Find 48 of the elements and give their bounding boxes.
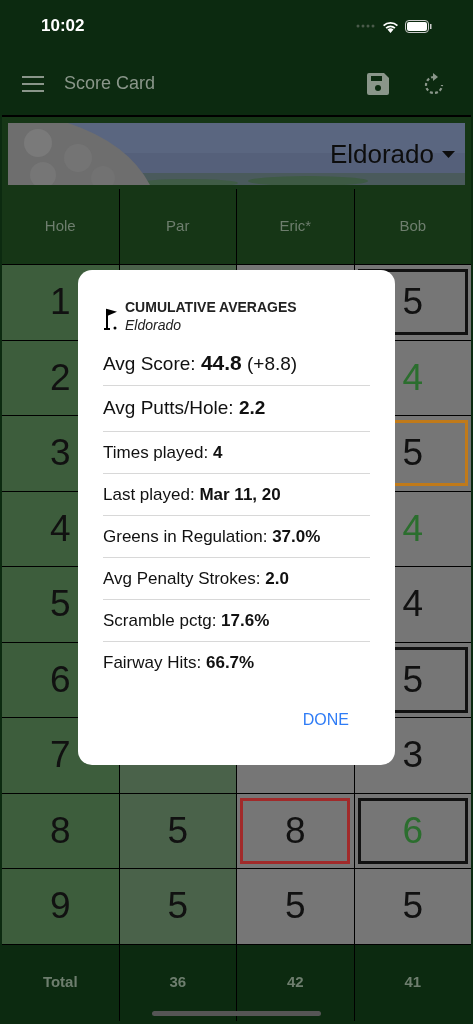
save-button[interactable] bbox=[367, 72, 389, 95]
stat-line: Greens in Regulation: 37.0% bbox=[103, 525, 321, 548]
status-time: 10:02 bbox=[41, 15, 85, 38]
stat-line: Fairway Hits: 66.7% bbox=[103, 652, 255, 675]
course-name: Eldorado bbox=[329, 137, 434, 171]
dialog-subtitle: Eldorado bbox=[125, 316, 183, 334]
refresh-button[interactable] bbox=[424, 72, 444, 95]
hole-number: 5 bbox=[49, 582, 71, 627]
hole-number: 7 bbox=[49, 733, 71, 778]
stat-line: Scramble pctg: 17.6% bbox=[103, 609, 270, 632]
par-value: 5 bbox=[167, 884, 189, 929]
column-header: Eric* bbox=[237, 189, 354, 264]
score-cell[interactable]: 4 bbox=[402, 582, 424, 627]
total-value: Total bbox=[2, 944, 119, 1021]
dropdown-caret-icon bbox=[442, 150, 455, 158]
hole-number: 9 bbox=[49, 884, 71, 929]
golf-flag-icon bbox=[103, 308, 119, 332]
stat-line: Last played: Mar 11, 20 bbox=[103, 483, 281, 506]
done-button[interactable]: DONE bbox=[302, 708, 349, 732]
score-cell[interactable]: 5 bbox=[284, 884, 306, 929]
menu-icon bbox=[22, 75, 44, 92]
score-cell[interactable]: 5 bbox=[402, 884, 424, 929]
par-value: 5 bbox=[167, 808, 189, 853]
hole-number: 8 bbox=[49, 808, 71, 853]
wifi-icon bbox=[382, 19, 399, 33]
hole-number: 1 bbox=[49, 280, 71, 325]
battery-icon bbox=[405, 19, 432, 33]
hole-number: 2 bbox=[49, 355, 71, 400]
refresh-icon bbox=[424, 72, 444, 95]
stat-line: Avg Score: 44.8 (+8.8) bbox=[103, 349, 298, 376]
score-cell[interactable]: 8 bbox=[240, 797, 351, 864]
stat-line: Avg Putts/Hole: 2.2 bbox=[103, 396, 266, 421]
column-header: Bob bbox=[354, 189, 471, 264]
total-value: 36 bbox=[119, 944, 236, 1021]
signal-icon bbox=[356, 24, 376, 28]
hole-number: 6 bbox=[49, 657, 71, 702]
column-header: Par bbox=[119, 189, 236, 264]
hole-number: 3 bbox=[49, 431, 71, 476]
stat-line: Avg Penalty Strokes: 2.0 bbox=[103, 567, 289, 590]
save-icon bbox=[367, 72, 389, 95]
dialog-title: CUMULATIVE AVERAGES bbox=[125, 298, 297, 316]
stat-line: Times played: 4 bbox=[103, 441, 223, 464]
total-value: 42 bbox=[237, 944, 354, 1021]
toolbar-title: Score Card bbox=[64, 72, 156, 95]
column-header: Hole bbox=[2, 189, 119, 264]
score-cell[interactable]: 3 bbox=[402, 733, 424, 778]
hole-number: 4 bbox=[49, 506, 71, 551]
total-value: 41 bbox=[354, 944, 471, 1021]
